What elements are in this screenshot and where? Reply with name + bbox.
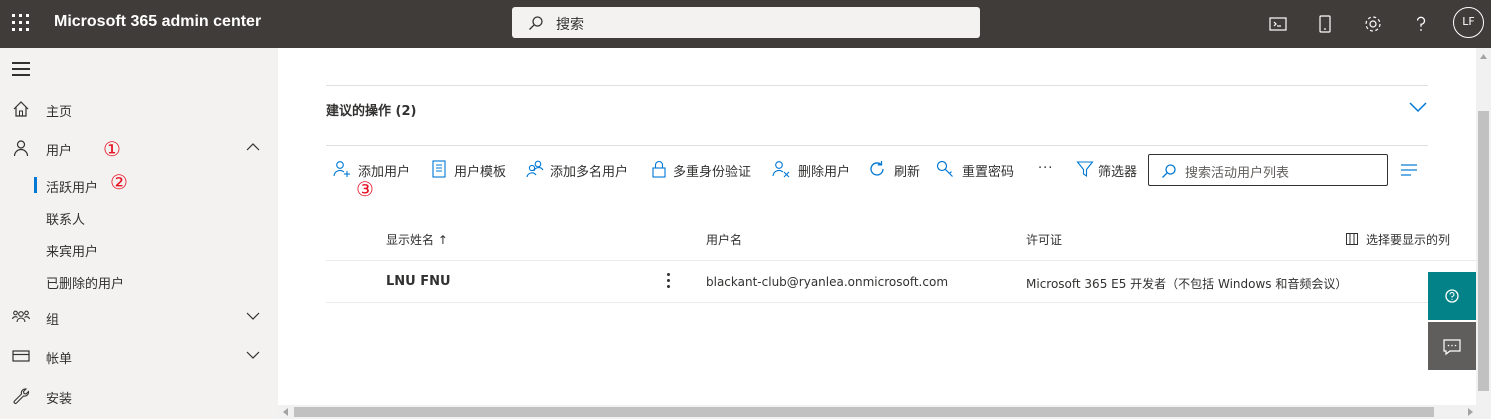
active-indicator — [34, 177, 37, 193]
scroll-left-arrow-icon[interactable] — [283, 408, 288, 416]
refresh-icon — [870, 161, 884, 176]
nav-label-deleted-users: 已删除的用户 — [46, 277, 125, 292]
chevron-up-icon[interactable] — [246, 142, 260, 152]
top-bar: Microsoft 365 admin center 搜索 LF — [0, 0, 1491, 48]
left-navigation: 主页 用户 ① 活跃用户 ② 联系人 来宾用户 已删除的用户 组 帐单 安装 — [0, 48, 278, 419]
active-users-search-placeholder: 搜索活动用户列表 — [1185, 166, 1290, 181]
nav-label-users: 用户 — [46, 144, 73, 159]
choose-columns-icon[interactable] — [1346, 233, 1358, 245]
help-support-button[interactable] — [1428, 272, 1476, 320]
groups-icon — [12, 310, 30, 323]
mfa-button[interactable]: 多重身份验证 — [651, 158, 761, 182]
template-document-icon — [432, 160, 446, 178]
filter-button[interactable]: 筛选器 — [1076, 158, 1140, 182]
horizontal-scrollbar-thumb[interactable] — [294, 407, 1434, 417]
settings-gear-icon[interactable] — [1361, 12, 1385, 36]
main-content: 建议的操作 (2) 添加用户 ③ 用户模板 添加多名用户 多重身份验证 删除用户… — [278, 48, 1476, 405]
search-placeholder: 搜索 — [556, 17, 584, 33]
view-options-lines-icon[interactable] — [1400, 163, 1418, 177]
delete-user-button[interactable]: 删除用户 — [772, 158, 856, 182]
chat-bubble-icon — [1443, 339, 1461, 356]
cell-license: Microsoft 365 E5 开发者（不包括 Windows 和音频会议） — [1026, 277, 1348, 291]
annotation-1: ① — [103, 137, 121, 161]
column-header-license[interactable]: 许可证 — [1026, 231, 1062, 248]
nav-item-setup[interactable]: 安装 — [0, 378, 278, 414]
filter-funnel-icon — [1076, 161, 1094, 178]
filter-label: 筛选器 — [1098, 165, 1138, 180]
feedback-chat-button[interactable] — [1428, 322, 1476, 370]
row-more-options-icon[interactable] — [666, 272, 672, 290]
help-question-icon[interactable] — [1409, 12, 1433, 36]
setup-wrench-icon — [13, 388, 30, 404]
home-icon — [13, 101, 29, 117]
delete-user-icon — [772, 161, 790, 178]
column-header-username[interactable]: 用户名 — [706, 231, 742, 248]
add-user-button[interactable]: 添加用户 — [333, 158, 415, 182]
user-templates-label: 用户模板 — [454, 165, 507, 180]
add-user-icon — [333, 161, 350, 177]
billing-card-icon — [12, 350, 30, 362]
collapse-nav-hamburger-icon[interactable] — [12, 62, 32, 76]
lock-icon — [652, 160, 666, 178]
search-icon — [1162, 164, 1176, 178]
mfa-label: 多重身份验证 — [673, 165, 752, 180]
nav-label-home: 主页 — [46, 105, 73, 120]
nav-subitem-active-users[interactable]: 活跃用户 — [0, 170, 278, 200]
nav-label-contacts: 联系人 — [46, 213, 86, 228]
nav-item-users[interactable]: 用户 — [0, 130, 278, 166]
horizontal-scrollbar[interactable] — [278, 405, 1491, 419]
nav-item-groups[interactable]: 组 — [0, 299, 278, 335]
annotation-2: ② — [110, 170, 128, 194]
refresh-button[interactable]: 刷新 — [868, 158, 924, 182]
vertical-scrollbar[interactable] — [1476, 48, 1491, 405]
add-multiple-users-button[interactable]: 添加多名用户 — [526, 158, 636, 182]
nav-subitem-contacts[interactable]: 联系人 — [0, 202, 278, 232]
table-row[interactable]: LNU FNU blackant-club@ryanlea.onmicrosof… — [326, 260, 1476, 303]
nav-label-billing: 帐单 — [46, 352, 73, 367]
recommended-actions-title[interactable]: 建议的操作 (2) — [326, 100, 416, 119]
reset-password-label: 重置密码 — [962, 165, 1015, 180]
divider — [326, 85, 1428, 86]
scroll-up-arrow-icon[interactable] — [1480, 54, 1487, 59]
chevron-down-icon[interactable] — [1408, 100, 1428, 114]
nav-item-home[interactable]: 主页 — [0, 91, 278, 127]
nav-label-setup: 安装 — [46, 392, 73, 407]
add-multiple-users-label: 添加多名用户 — [550, 165, 629, 180]
global-search-input[interactable]: 搜索 — [512, 7, 980, 38]
app-title[interactable]: Microsoft 365 admin center — [54, 13, 261, 31]
nav-label-active-users: 活跃用户 — [46, 181, 99, 196]
choose-columns-button[interactable]: 选择要显示的列 — [1366, 231, 1450, 248]
active-users-search-input[interactable]: 搜索活动用户列表 — [1148, 154, 1388, 186]
key-icon — [936, 160, 953, 177]
column-header-display-name[interactable]: 显示姓名 ↑ — [386, 231, 448, 248]
cell-display-name[interactable]: LNU FNU — [386, 274, 451, 289]
more-actions-button[interactable]: ··· — [1036, 158, 1060, 182]
vertical-scrollbar-thumb[interactable] — [1478, 111, 1489, 391]
nav-label-guest-users: 来宾用户 — [46, 245, 99, 260]
nav-subitem-deleted-users[interactable]: 已删除的用户 — [0, 266, 278, 296]
add-multiple-users-icon — [526, 160, 544, 178]
reset-password-button[interactable]: 重置密码 — [936, 158, 1020, 182]
help-question-icon — [1445, 289, 1459, 303]
more-actions-ellipsis-icon: ··· — [1038, 161, 1054, 176]
scroll-right-arrow-icon[interactable] — [1468, 408, 1473, 416]
mobile-icon[interactable] — [1313, 12, 1337, 36]
chevron-down-icon[interactable] — [246, 350, 260, 360]
annotation-3: ③ — [356, 177, 374, 201]
user-icon — [13, 140, 29, 157]
nav-subitem-guest-users[interactable]: 来宾用户 — [0, 234, 278, 264]
nav-item-billing[interactable]: 帐单 — [0, 338, 278, 374]
user-templates-button[interactable]: 用户模板 — [430, 158, 512, 182]
nav-label-groups: 组 — [46, 313, 60, 328]
cell-username: blackant-club@ryanlea.onmicrosoft.com — [706, 275, 949, 289]
search-icon — [529, 16, 543, 30]
user-avatar[interactable]: LF — [1453, 7, 1484, 38]
delete-user-label: 删除用户 — [798, 165, 851, 180]
terminal-icon[interactable] — [1266, 12, 1290, 36]
app-launcher-icon[interactable] — [12, 14, 30, 32]
refresh-label: 刷新 — [894, 165, 921, 180]
chevron-down-icon[interactable] — [246, 311, 260, 321]
divider — [326, 145, 1428, 146]
